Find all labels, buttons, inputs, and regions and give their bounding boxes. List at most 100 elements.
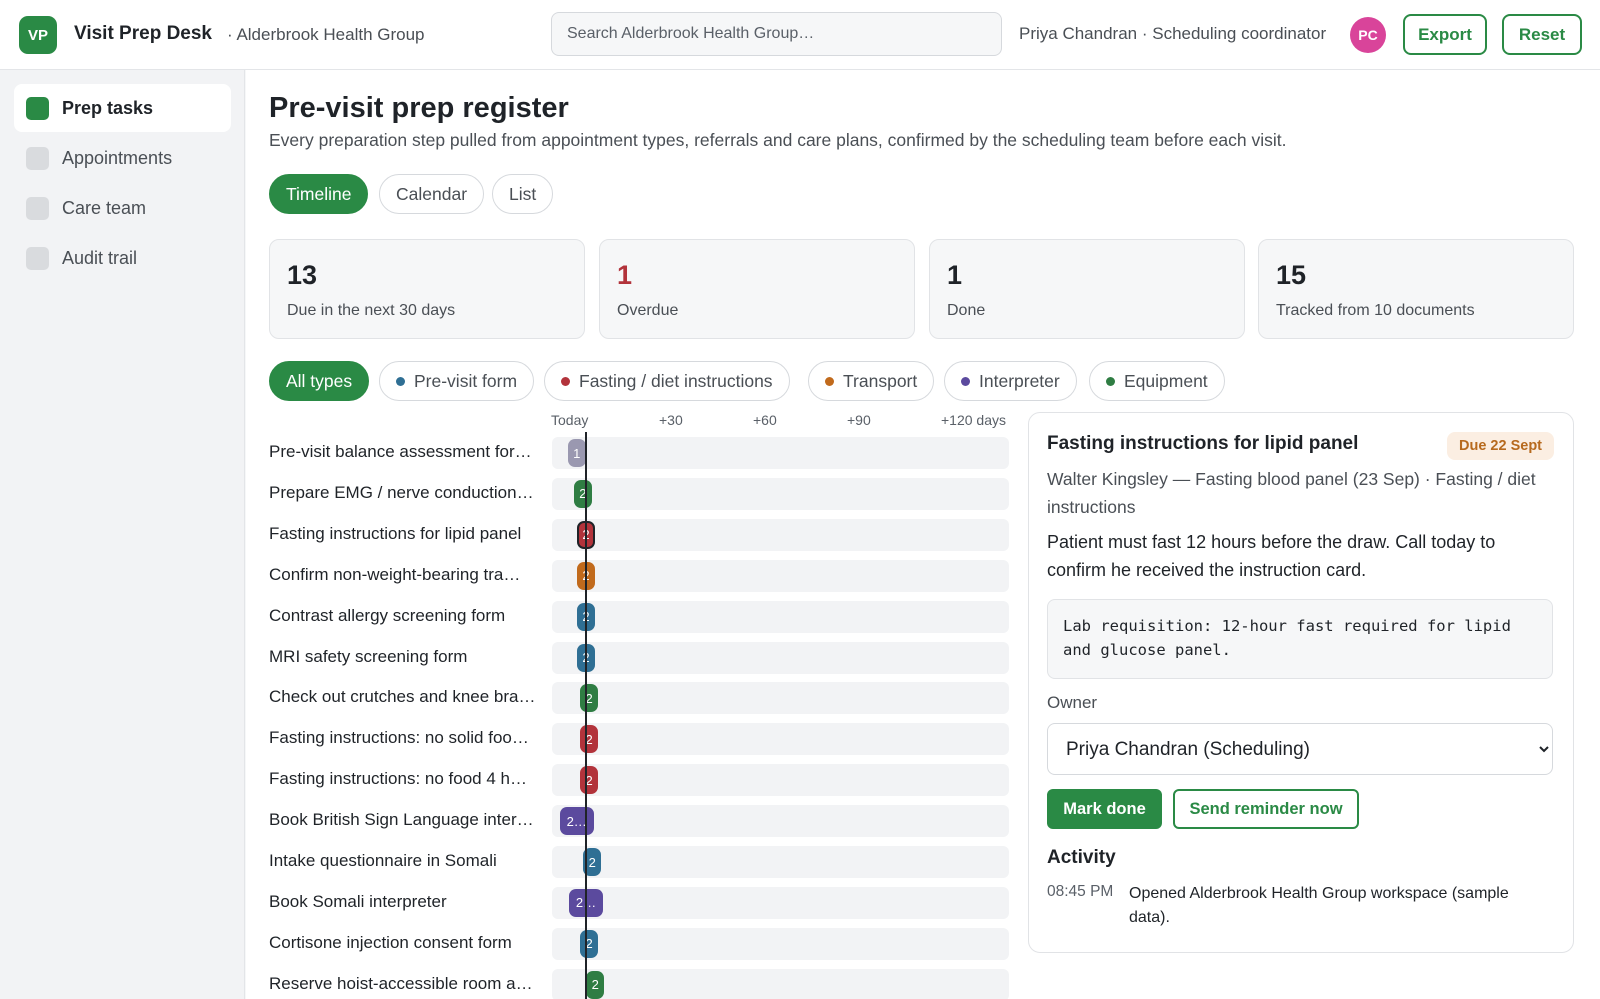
search-input[interactable] — [551, 12, 1002, 56]
stat-card-due: 13 Due in the next 30 days — [269, 239, 585, 339]
timeline-row-label[interactable]: Fasting instructions: no food 4 h… — [269, 769, 536, 789]
stat-value: 1 — [947, 260, 963, 290]
timeline-marker[interactable]: 2 — [580, 725, 599, 754]
reset-button[interactable]: Reset — [1502, 14, 1582, 55]
timeline-row-label[interactable]: Cortisone injection consent form — [269, 933, 536, 953]
timeline-row-label[interactable]: Fasting instructions for lipid panel — [269, 524, 536, 544]
audit-trail-icon — [26, 246, 49, 270]
timeline-track — [552, 559, 1009, 592]
timeline-row-label[interactable]: Book British Sign Language inter… — [269, 810, 536, 830]
sidebar-item-label: Care team — [62, 197, 147, 218]
timeline-row-label[interactable]: Check out crutches and knee bra… — [269, 687, 536, 707]
dot-icon — [961, 376, 970, 386]
timeline-track — [552, 437, 1009, 469]
filter-pre-visit-form[interactable]: Pre-visit form — [379, 361, 535, 401]
filter-equipment[interactable]: Equipment — [1089, 361, 1225, 401]
filter-fasting-diet[interactable]: Fasting / diet instructions — [544, 361, 790, 401]
stat-label: Overdue — [617, 302, 679, 319]
timeline-track — [552, 682, 1009, 715]
timeline-track — [552, 518, 1009, 551]
org-name: · Alderbrook Health Group — [227, 25, 425, 44]
detail-meta: Walter Kingsley — Fasting blood panel (2… — [1047, 469, 1536, 517]
timeline-marker[interactable]: 2 — [580, 766, 599, 795]
activity-time: 08:45 PM — [1047, 883, 1114, 900]
timeline-marker[interactable]: 2 — [573, 479, 592, 508]
timeline-track — [552, 927, 1009, 960]
stat-label: Done — [947, 302, 986, 319]
stat-label: Due in the next 30 days — [287, 302, 456, 319]
filter-label: Transport — [843, 370, 918, 391]
timeline-marker[interactable]: 2… — [559, 807, 594, 836]
timeline-track — [552, 600, 1009, 633]
sidebar-item-care-team[interactable]: Care team — [14, 184, 231, 232]
page-title: Pre-visit prep register — [269, 92, 569, 124]
sidebar-item-label: Appointments — [62, 147, 173, 168]
timeline-marker[interactable]: 2 — [580, 929, 599, 958]
sidebar-item-appointments[interactable]: Appointments — [14, 134, 231, 182]
timeline-track — [552, 886, 1009, 919]
detail-title: Fasting instructions for lipid panel — [1047, 433, 1359, 454]
mark-done-button[interactable]: Mark done — [1047, 789, 1162, 829]
source-excerpt: Lab requisition: 12-hour fast required f… — [1047, 599, 1553, 679]
filter-interpreter[interactable]: Interpreter — [944, 361, 1077, 401]
owner-select[interactable]: Priya Chandran (Scheduling) — [1047, 723, 1553, 775]
sidebar: Prep tasks Appointments Care team Audit … — [0, 70, 245, 999]
timeline-row-label[interactable]: Intake questionnaire in Somali — [269, 851, 536, 871]
user-label: Priya Chandran · Scheduling coordinator — [1019, 24, 1327, 43]
timeline-marker[interactable]: 1 — [567, 439, 586, 467]
filter-label: Interpreter — [979, 370, 1060, 391]
timeline-track — [552, 764, 1009, 797]
avatar[interactable]: PC — [1350, 17, 1386, 53]
tab-timeline[interactable]: Timeline — [269, 174, 369, 214]
detail-description: Patient must fast 12 hours before the dr… — [1047, 532, 1496, 580]
timeline-track — [552, 968, 1009, 999]
timeline-track — [552, 723, 1009, 756]
page-subtitle: Every preparation step pulled from appoi… — [269, 130, 1287, 150]
timeline-track — [552, 477, 1009, 510]
timeline-row-label[interactable]: Reserve hoist-accessible room a… — [269, 974, 536, 994]
timeline-row-label[interactable]: Book Somali interpreter — [269, 892, 536, 912]
tab-list[interactable]: List — [492, 174, 554, 214]
app-name: Visit Prep Desk — [74, 23, 213, 44]
sidebar-item-audit-trail[interactable]: Audit trail — [14, 234, 231, 282]
stat-card-overdue: 1 Overdue — [599, 239, 915, 339]
owner-label: Owner — [1047, 693, 1098, 712]
axis-label-120: +120 days — [941, 412, 1006, 428]
sidebar-item-prep-tasks[interactable]: Prep tasks — [14, 84, 231, 132]
tab-calendar[interactable]: Calendar — [379, 174, 485, 214]
sidebar-item-label: Audit trail — [62, 247, 138, 268]
axis-label-60: +60 — [753, 412, 777, 428]
export-button[interactable]: Export — [1403, 14, 1487, 55]
timeline-track — [552, 805, 1009, 838]
filter-label: Pre-visit form — [414, 370, 518, 391]
due-badge: Due 22 Sept — [1447, 432, 1554, 460]
timeline-row-label[interactable]: Prepare EMG / nerve conduction … — [269, 483, 536, 503]
timeline-marker[interactable]: 2 — [586, 970, 605, 999]
timeline-row-label[interactable]: Pre-visit balance assessment for… — [269, 442, 536, 462]
filter-all-types[interactable]: All types — [269, 361, 370, 401]
dot-icon — [825, 376, 834, 386]
timeline-row-label[interactable]: Confirm non-weight-bearing tra… — [269, 565, 536, 585]
stat-value: 15 — [1276, 260, 1307, 290]
today-line — [585, 432, 587, 999]
sidebar-item-label: Prep tasks — [62, 97, 154, 118]
timeline-row-label[interactable]: Fasting instructions: no solid foo… — [269, 728, 536, 748]
axis-label-today: Today — [551, 412, 589, 428]
app-logo: VP — [19, 16, 57, 54]
dot-icon — [561, 376, 570, 386]
timeline-row-label[interactable]: MRI safety screening form — [269, 647, 536, 667]
care-team-icon — [26, 196, 49, 220]
stat-value: 13 — [287, 260, 318, 290]
filter-transport[interactable]: Transport — [808, 361, 935, 401]
appointments-icon — [26, 146, 49, 170]
detail-panel: Fasting instructions for lipid panel Due… — [1028, 412, 1574, 953]
stat-card-done: 1 Done — [929, 239, 1245, 339]
send-reminder-button[interactable]: Send reminder now — [1173, 789, 1359, 829]
axis-label-30: +30 — [659, 412, 683, 428]
timeline-row-label[interactable]: Contrast allergy screening form — [269, 606, 536, 626]
filter-label: All types — [286, 370, 353, 391]
filter-label: Equipment — [1124, 370, 1208, 391]
prep-tasks-icon — [26, 96, 49, 120]
timeline-marker[interactable]: 2 — [580, 684, 599, 713]
stat-label: Tracked from 10 documents — [1276, 302, 1475, 319]
